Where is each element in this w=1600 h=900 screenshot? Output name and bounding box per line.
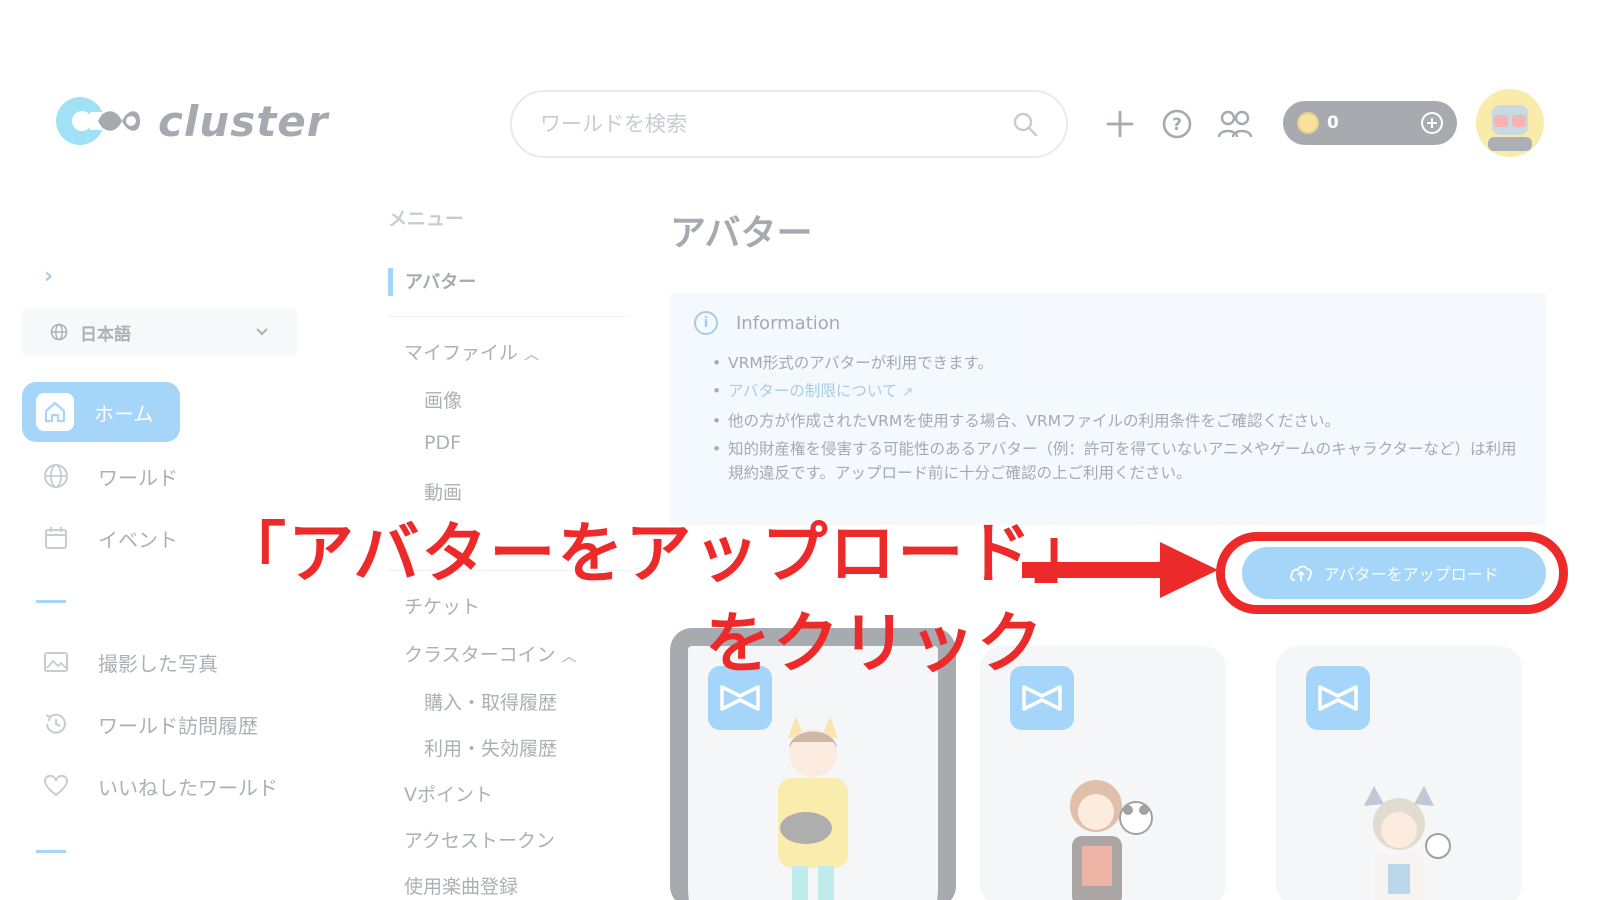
search-input[interactable] [540, 112, 1012, 136]
avatar-thumbnail [1070, 780, 1153, 900]
sidebar-item-photos[interactable]: 撮影した写真 [22, 632, 218, 692]
sidebar-item-event[interactable]: イベント [22, 508, 178, 568]
information-list: VRM形式のアバターが利用できます。 アバターの制限について ↗ 他の方が作成さ… [694, 351, 1522, 485]
avatar-thumbnail [778, 716, 848, 900]
menu-divider [388, 316, 630, 317]
users-icon [1217, 110, 1253, 138]
add-coin-icon[interactable] [1421, 112, 1443, 134]
info-icon: i [694, 311, 718, 335]
menu-item-ticket[interactable]: チケット [404, 592, 480, 619]
sidebar-item-label: ホーム [94, 401, 154, 426]
vrm-badge-icon [1306, 666, 1370, 730]
language-label: 日本語 [80, 324, 131, 345]
heart-icon [40, 770, 72, 802]
sidebar-item-label: ワールド [98, 465, 178, 490]
menu-item-images[interactable]: 画像 [424, 386, 462, 413]
menu-item-pdf[interactable]: PDF [424, 432, 461, 454]
info-item: 他の方が作成されたVRMを使用する場合、VRMファイルの利用条件をご確認ください… [712, 409, 1522, 433]
globe-icon [40, 460, 72, 492]
link-label: アバターの制限について [728, 382, 898, 400]
menu-item-my-files[interactable]: マイファイル ︿ [404, 338, 539, 365]
annotation-instruction-line1: 「アバターをアップロード」 [220, 515, 1102, 592]
coin-icon [1297, 112, 1319, 134]
page-title: アバター [670, 213, 813, 254]
cluster-logo[interactable]: cluster [52, 92, 328, 150]
sidebar-item-liked-worlds[interactable]: いいねしたワールド [22, 756, 278, 816]
photo-icon [40, 646, 72, 678]
sidebar-item-history[interactable]: ワールド訪問履歴 [22, 694, 258, 754]
help-button[interactable]: ? [1157, 104, 1197, 144]
information-title: Information [736, 312, 841, 334]
external-link-icon: ↗ [902, 385, 914, 400]
calendar-icon [40, 522, 72, 554]
chevron-up-icon: ︿ [524, 345, 540, 363]
svg-text:?: ? [1172, 115, 1182, 135]
create-button[interactable] [1100, 104, 1140, 144]
sidebar-item-label: ワールド訪問履歴 [98, 713, 258, 738]
menu-item-purchase-history[interactable]: 購入・取得履歴 [424, 688, 557, 715]
menu-item-usage-history[interactable]: 利用・失効履歴 [424, 734, 557, 761]
home-icon [36, 393, 74, 431]
chevron-up-icon: ︿ [561, 647, 577, 665]
expand-sidebar-icon[interactable]: › [44, 264, 53, 289]
help-icon: ? [1162, 109, 1192, 139]
coin-balance[interactable]: 0 [1283, 101, 1457, 145]
info-item: 知的財産権を侵害する可能性のあるアバター（例：許可を得ていないアニメやゲームのキ… [712, 437, 1522, 485]
sidebar-item-label: イベント [98, 527, 178, 552]
annotation-arrow-icon [1022, 542, 1218, 598]
menu-item-label: クラスターコイン [404, 644, 556, 666]
sidebar-item-world[interactable]: ワールド [22, 446, 178, 506]
avatar-image [1476, 89, 1544, 157]
language-select[interactable]: 日本語 [22, 308, 297, 356]
plus-icon [1106, 110, 1134, 138]
history-icon [40, 708, 72, 740]
sidebar-divider [36, 850, 66, 853]
menu-heading: メニュー [388, 208, 465, 230]
sidebar-item-label: いいねしたワールド [98, 775, 278, 800]
annotation-instruction-line2: をクリック [705, 605, 1045, 682]
sidebar-item-home[interactable]: ホーム [22, 382, 180, 442]
avatar-limits-link[interactable]: アバターの制限について ↗ [712, 379, 1522, 405]
friends-button[interactable] [1215, 104, 1255, 144]
menu-item-music[interactable]: 使用楽曲登録 [404, 872, 518, 899]
search-icon[interactable] [1012, 111, 1038, 137]
user-avatar[interactable] [1476, 89, 1544, 157]
menu-item-avatar[interactable]: アバター [388, 268, 476, 296]
app-root: cluster ? 0 [0, 0, 1600, 900]
avatar-thumbnail [1364, 786, 1451, 900]
cluster-logo-icon [56, 97, 140, 145]
sidebar-item-label: 撮影した写真 [98, 651, 218, 676]
menu-item-access-token[interactable]: アクセストークン [404, 826, 555, 853]
information-box: i Information VRM形式のアバターが利用できます。 アバターの制限… [670, 293, 1546, 525]
menu-item-label: マイファイル [404, 342, 519, 364]
world-search[interactable] [510, 90, 1068, 158]
globe-icon [50, 323, 68, 341]
coin-count: 0 [1327, 113, 1339, 133]
menu-item-cluster-coin[interactable]: クラスターコイン ︿ [404, 640, 577, 667]
menu-item-vpoint[interactable]: Vポイント [404, 780, 493, 807]
sidebar-divider [36, 600, 66, 603]
information-header: i Information [694, 311, 1522, 335]
chevron-down-icon [256, 328, 268, 336]
annotation-highlight-ring [1216, 532, 1568, 614]
info-item: VRM形式のアバターが利用できます。 [712, 351, 1522, 375]
logo-text: cluster [158, 96, 329, 146]
avatar-card[interactable] [1276, 646, 1522, 900]
